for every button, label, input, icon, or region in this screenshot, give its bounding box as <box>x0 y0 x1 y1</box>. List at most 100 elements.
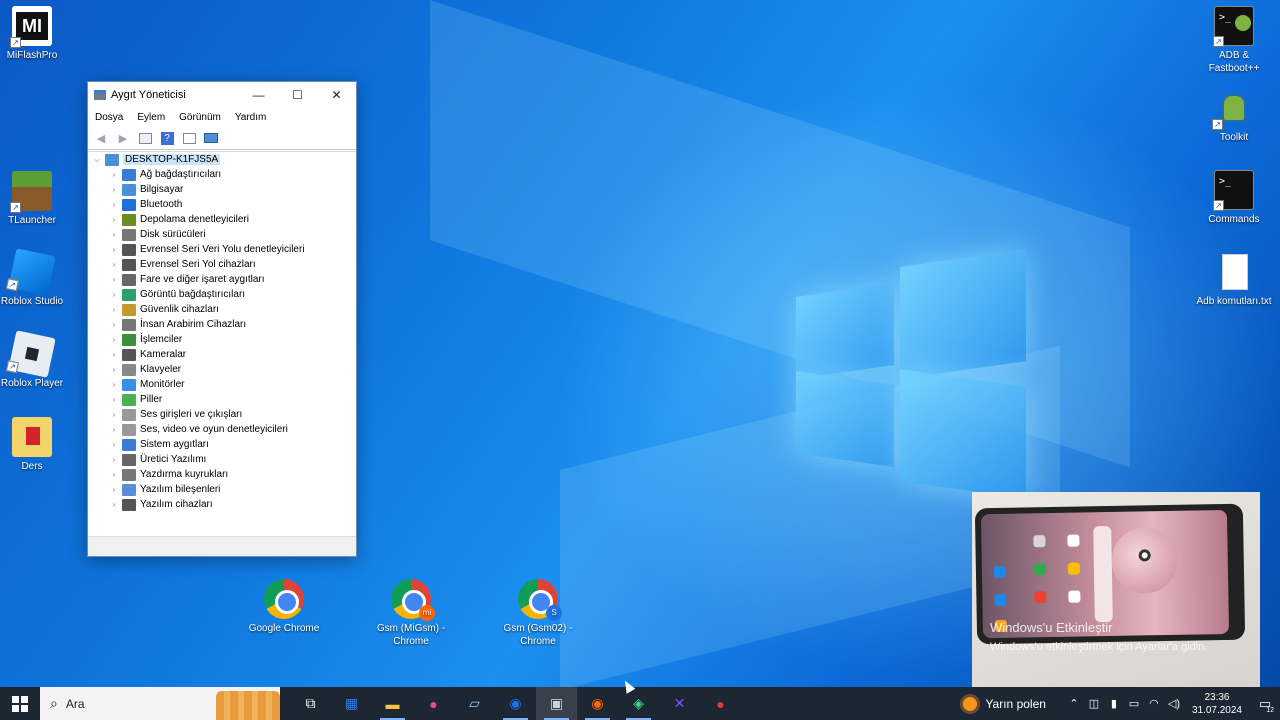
maximize-button[interactable]: ☐ <box>278 82 317 107</box>
desktop-icon-ders[interactable]: Ders <box>0 417 70 473</box>
taskbar-app-button[interactable]: ▣ <box>536 687 577 720</box>
camera-icon[interactable]: ◫ <box>1084 697 1104 710</box>
tree-node[interactable]: › Disk sürücüleri <box>88 227 356 242</box>
chevron-right-icon[interactable]: › <box>109 305 119 314</box>
tree-node[interactable]: › Ağ bağdaştırıcıları <box>88 167 356 182</box>
chevron-right-icon[interactable]: › <box>109 440 119 449</box>
tree-node[interactable]: › Görüntü bağdaştırıcıları <box>88 287 356 302</box>
desktop-icon-miflashpro[interactable]: MI ↗ MiFlashPro <box>0 6 70 62</box>
start-button[interactable] <box>0 687 40 720</box>
tree-root[interactable]: ⌵ DESKTOP-K1FJS5A <box>88 152 356 167</box>
tree-node[interactable]: › İşlemciler <box>88 332 356 347</box>
tree-node[interactable]: › Fare ve diğer işaret aygıtları <box>88 272 356 287</box>
tree-node[interactable]: › Bluetooth <box>88 197 356 212</box>
desktop-icon-roblox-player[interactable]: ↗ Roblox Player <box>0 330 70 390</box>
chevron-right-icon[interactable]: › <box>109 200 119 209</box>
chevron-right-icon[interactable]: › <box>109 215 119 224</box>
tree-node[interactable]: › Piller <box>88 392 356 407</box>
menu-gorunum[interactable]: Görünüm <box>179 112 221 123</box>
desktop-icon-adb-komutlari[interactable]: Adb komutları.txt <box>1196 252 1272 308</box>
taskbar-app-button[interactable]: ⧉ <box>290 687 331 720</box>
tree-node[interactable]: › Klavyeler <box>88 362 356 377</box>
view-icon[interactable] <box>180 129 198 147</box>
chevron-right-icon[interactable]: › <box>109 425 119 434</box>
tree-node[interactable]: › Evrensel Seri Yol cihazları <box>88 257 356 272</box>
desktop-icon-chrome-gsm02[interactable]: S Gsm (Gsm02) - Chrome <box>500 579 576 648</box>
microphone-icon[interactable]: ▮ <box>1104 697 1124 710</box>
tree-node[interactable]: › Depolama denetleyicileri <box>88 212 356 227</box>
taskbar-search[interactable]: ⌕ Ara <box>40 687 280 720</box>
menu-yardim[interactable]: Yardım <box>235 112 267 123</box>
device-category-icon <box>122 228 136 241</box>
chevron-right-icon[interactable]: › <box>109 380 119 389</box>
tree-node[interactable]: › Üretici Yazılımı <box>88 452 356 467</box>
desktop-icon-roblox-studio[interactable]: ↗ Roblox Studio <box>0 248 70 308</box>
chevron-right-icon[interactable]: › <box>109 320 119 329</box>
menu-dosya[interactable]: Dosya <box>95 112 123 123</box>
properties-icon[interactable] <box>136 129 154 147</box>
chevron-right-icon[interactable]: › <box>109 185 119 194</box>
taskbar-app-button[interactable]: ▬ <box>372 687 413 720</box>
chevron-right-icon[interactable]: › <box>109 260 119 269</box>
taskbar-app-button[interactable]: ✕ <box>659 687 700 720</box>
desktop-icon-toolkit[interactable]: ↗ Toolkit <box>1196 88 1272 144</box>
taskbar-app-button[interactable]: ▱ <box>454 687 495 720</box>
taskbar-app-button[interactable]: ◉ <box>577 687 618 720</box>
chevron-right-icon[interactable]: › <box>109 500 119 509</box>
tree-node[interactable]: › Sistem aygıtları <box>88 437 356 452</box>
chevron-up-icon[interactable]: ⌃ <box>1064 697 1084 710</box>
forward-icon[interactable]: ▶ <box>114 129 132 147</box>
close-button[interactable]: ✕ <box>317 82 356 107</box>
tree-node[interactable]: › Evrensel Seri Veri Yolu denetleyicileri <box>88 242 356 257</box>
chevron-right-icon[interactable]: › <box>109 485 119 494</box>
menu-eylem[interactable]: Eylem <box>137 112 165 123</box>
desktop-icon-tlauncher[interactable]: ↗ TLauncher <box>0 171 70 227</box>
chevron-down-icon[interactable]: ⌵ <box>92 155 102 165</box>
chevron-right-icon[interactable]: › <box>109 350 119 359</box>
minimize-button[interactable]: — <box>239 82 278 107</box>
desktop-icon-google-chrome[interactable]: Google Chrome <box>246 579 322 635</box>
monitor-icon[interactable] <box>202 129 220 147</box>
terminal-icon: >_ ↗ <box>1213 170 1254 211</box>
chevron-right-icon[interactable]: › <box>109 395 119 404</box>
chevron-right-icon[interactable]: › <box>109 470 119 479</box>
taskbar-app-button[interactable]: ▦ <box>331 687 372 720</box>
battery-icon[interactable]: ▭ <box>1124 697 1144 710</box>
taskbar-app-button[interactable]: ◈ <box>618 687 659 720</box>
weather-text: Yarın polen <box>985 696 1046 711</box>
tree-node[interactable]: › Ses girişleri ve çıkışları <box>88 407 356 422</box>
tree-node[interactable]: › Bilgisayar <box>88 182 356 197</box>
volume-icon[interactable]: ◁) <box>1164 697 1184 710</box>
chevron-right-icon[interactable]: › <box>109 455 119 464</box>
taskbar-app-button[interactable]: ◉ <box>495 687 536 720</box>
chevron-right-icon[interactable]: › <box>109 290 119 299</box>
chevron-right-icon[interactable]: › <box>109 335 119 344</box>
tree-node[interactable]: › Monitörler <box>88 377 356 392</box>
tree-node[interactable]: › Güvenlik cihazları <box>88 302 356 317</box>
notification-center-button[interactable]: ▭ 12 <box>1250 687 1280 720</box>
taskbar-app-button[interactable]: ● <box>413 687 454 720</box>
clock[interactable]: 23:36 31.07.2024 <box>1192 691 1242 717</box>
chevron-right-icon[interactable]: › <box>109 245 119 254</box>
tree-node[interactable]: › Kameralar <box>88 347 356 362</box>
weather-widget[interactable]: Yarın polen <box>963 696 1046 711</box>
tree-node[interactable]: › Yazılım cihazları <box>88 497 356 512</box>
desktop-icon-chrome-migsm[interactable]: mi Gsm (MiGsm) - Chrome <box>373 579 449 648</box>
chevron-right-icon[interactable]: › <box>109 275 119 284</box>
tree-node[interactable]: › Yazdırma kuyrukları <box>88 467 356 482</box>
back-icon[interactable]: ◀ <box>92 129 110 147</box>
chevron-right-icon[interactable]: › <box>109 365 119 374</box>
help-icon[interactable]: ? <box>158 129 176 147</box>
taskbar-app-button[interactable]: ● <box>700 687 741 720</box>
chevron-right-icon[interactable]: › <box>109 230 119 239</box>
tree-node-label: Sistem aygıtları <box>140 439 209 450</box>
tree-node[interactable]: › Ses, video ve oyun denetleyicileri <box>88 422 356 437</box>
tree-node[interactable]: › İnsan Arabirim Cihazları <box>88 317 356 332</box>
desktop-icon-adb-fastboot[interactable]: >_ ↗ ADB & Fastboot++ <box>1196 6 1272 75</box>
tree-node[interactable]: › Yazılım bileşenleri <box>88 482 356 497</box>
wifi-icon[interactable]: ◠ <box>1144 697 1164 710</box>
chevron-right-icon[interactable]: › <box>109 170 119 179</box>
desktop-icon-commands[interactable]: >_ ↗ Commands <box>1196 170 1272 226</box>
chevron-right-icon[interactable]: › <box>109 410 119 419</box>
title-bar[interactable]: Aygıt Yöneticisi — ☐ ✕ <box>88 82 356 107</box>
